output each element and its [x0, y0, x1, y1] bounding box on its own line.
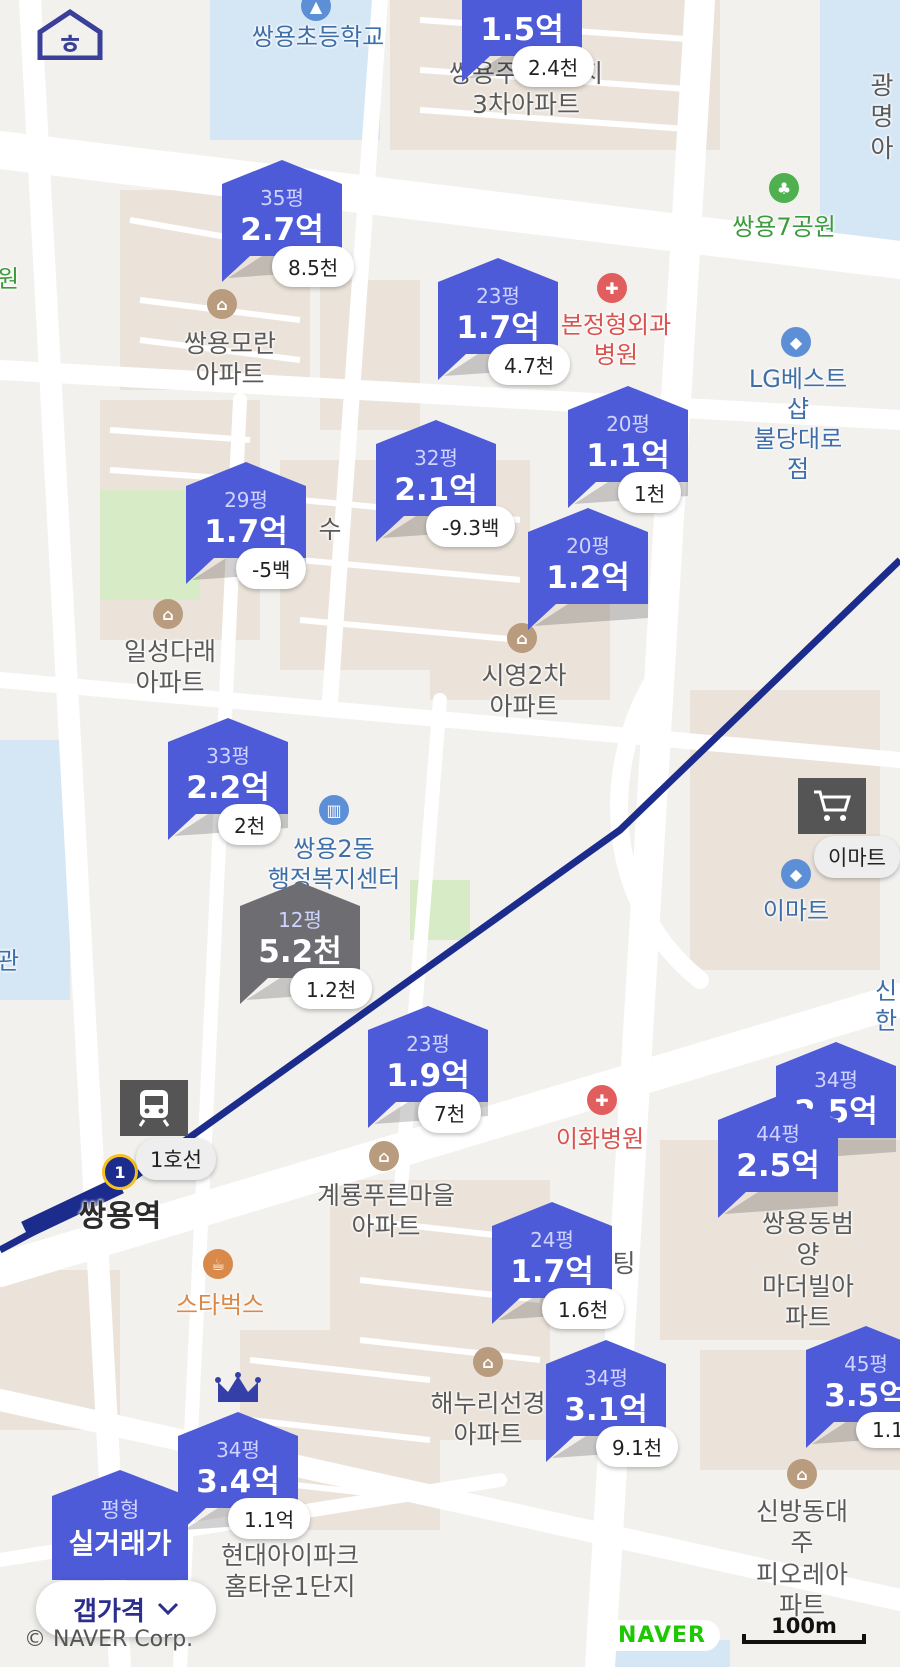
- label-apartment[interactable]: 해누리선경 아파트: [430, 1388, 545, 1451]
- emart-pill[interactable]: 이마트: [814, 836, 900, 878]
- apartment-icon[interactable]: ⌂: [207, 289, 237, 319]
- price-marker[interactable]: 35평 2.7억 8.5천: [222, 160, 355, 290]
- marker-price: 1.7억: [456, 310, 540, 346]
- subway-train-marker[interactable]: [120, 1080, 188, 1136]
- price-marker[interactable]: 20평 1.1억 1천: [568, 386, 688, 516]
- government-building-icon[interactable]: ▥: [319, 795, 349, 825]
- marker-price: 1.5억: [480, 12, 564, 48]
- shopping-icon[interactable]: ◆: [781, 327, 811, 357]
- crown-icon: [215, 1372, 261, 1402]
- marker-gap: 1.2천: [290, 968, 373, 1009]
- label-emart[interactable]: 이마트: [763, 896, 829, 926]
- marker-price: 2.2억: [186, 770, 270, 806]
- type-tag-area: 평형: [100, 1498, 140, 1522]
- marker-gap: 1.1억: [228, 1498, 311, 1539]
- label-bank[interactable]: 신한: [875, 976, 897, 1036]
- map-type-tag[interactable]: 평형 실거래가: [52, 1470, 188, 1580]
- marker-gap: 9.1천: [596, 1426, 679, 1467]
- apartment-icon[interactable]: ⌂: [153, 599, 183, 629]
- price-marker[interactable]: 33평 2.2억 2천: [168, 718, 288, 848]
- price-marker[interactable]: 34평 3.1억 9.1천: [546, 1340, 679, 1470]
- marker-price: 5.2천: [258, 934, 342, 970]
- gap-price-label: 갭가격: [73, 1596, 145, 1627]
- map-scale: 100m: [742, 1614, 866, 1644]
- label-fragment: 수: [318, 515, 342, 544]
- label-apartment[interactable]: 신방동대주 피오레아파트: [753, 1496, 851, 1621]
- marker-price: 1.1억: [586, 438, 670, 474]
- park-tree-icon[interactable]: ♣: [769, 173, 799, 203]
- apartment-icon[interactable]: ⌂: [787, 1459, 817, 1489]
- label-apartment[interactable]: 광명 아: [870, 70, 893, 164]
- subway-line1-icon[interactable]: 1: [102, 1154, 138, 1190]
- label-school[interactable]: 쌍용초등학교: [252, 22, 384, 52]
- label-fragment: 원: [0, 265, 20, 293]
- price-marker[interactable]: 32평 2.1억 -9.3백: [376, 420, 516, 550]
- marker-gap: -9.3백: [426, 506, 516, 547]
- marker-gap: 1천: [618, 472, 682, 513]
- price-marker[interactable]: 45평 3.5억 1.1: [806, 1326, 900, 1456]
- price-marker[interactable]: 24평 1.7억 1.6천: [492, 1202, 625, 1332]
- chevron-down-icon: [157, 1602, 178, 1616]
- price-marker[interactable]: 23평 1.9억 7천: [368, 1006, 488, 1136]
- marker-price: 2.7억: [240, 212, 324, 248]
- marker-price: 1.9억: [386, 1058, 470, 1094]
- line1-pill[interactable]: 1호선: [136, 1138, 217, 1180]
- marker-price: 1.7억: [510, 1254, 594, 1290]
- copyright-text: © NAVER Corp.: [24, 1627, 194, 1652]
- marker-gap: 7천: [418, 1092, 482, 1133]
- marker-gap: -5백: [236, 548, 307, 589]
- type-tag-price: 실거래가: [68, 1527, 172, 1560]
- price-marker[interactable]: 12평 5.2천 1.2천: [240, 882, 373, 1012]
- label-hospital[interactable]: 이화병원: [556, 1124, 644, 1154]
- marker-gap: 2.4천: [512, 46, 595, 87]
- price-marker[interactable]: 44평 2.5억: [718, 1096, 838, 1226]
- marker-gap: 1.6천: [542, 1288, 625, 1329]
- price-marker[interactable]: 23평 1.7억 4.7천: [438, 258, 571, 388]
- marker-price: 2.5억: [736, 1148, 820, 1184]
- price-marker[interactable]: 29평 1.7억 -5백: [186, 462, 307, 592]
- label-store[interactable]: LG베스트샵 불당대로점: [747, 364, 849, 484]
- marker-gap: 4.7천: [488, 344, 571, 385]
- marker-gap: 8.5천: [272, 246, 355, 287]
- marker-price: 2.1억: [394, 472, 478, 508]
- label-apartment[interactable]: 계룡푸른마을 아파트: [317, 1180, 455, 1243]
- marker-price: 1.2억: [546, 560, 630, 596]
- label-apartment[interactable]: 일성다래 아파트: [124, 636, 216, 699]
- label-cafe[interactable]: 스타벅스: [176, 1290, 264, 1320]
- label-apartment[interactable]: 시영2차 아파트: [482, 660, 567, 723]
- marker-price: 3.4억: [196, 1464, 280, 1500]
- home-logo-icon[interactable]: ㅎ: [36, 8, 104, 60]
- label-fragment: 관: [0, 947, 20, 975]
- hospital-icon[interactable]: ✚: [597, 273, 627, 303]
- svg-text:ㅎ: ㅎ: [57, 28, 83, 60]
- price-marker[interactable]: 20평 1.2억: [528, 508, 648, 638]
- train-icon: [138, 1090, 170, 1127]
- naver-logo[interactable]: NAVER: [604, 1620, 720, 1651]
- shopping-icon[interactable]: ◆: [781, 859, 811, 889]
- label-park[interactable]: 쌍용7공원: [732, 212, 836, 242]
- label-station[interactable]: 쌍용역: [79, 1198, 162, 1236]
- label-apartment[interactable]: 쌍용모란 아파트: [184, 328, 276, 391]
- price-marker[interactable]: 34평 3.4억 1.1억: [178, 1412, 311, 1542]
- label-fragment: 팅: [612, 1249, 636, 1278]
- marker-gap: 2천: [218, 804, 282, 845]
- label-hospital[interactable]: 본정형외과 병원: [561, 310, 671, 370]
- cafe-icon[interactable]: ☕: [203, 1249, 233, 1279]
- marker-price: 3.1억: [564, 1392, 648, 1428]
- shopping-cart-icon: [814, 790, 852, 821]
- marker-price: 3.5억: [824, 1378, 900, 1414]
- price-marker[interactable]: 1.5억 2.4천: [462, 0, 595, 90]
- emart-cart-marker[interactable]: [798, 778, 866, 834]
- label-apartment[interactable]: 현대아이파크 홈타운1단지: [221, 1540, 359, 1603]
- marker-gap: 1.1: [856, 1412, 900, 1448]
- label-apartment[interactable]: 쌍용동범양 마더빌아파트: [762, 1208, 854, 1333]
- hospital-icon[interactable]: ✚: [587, 1085, 617, 1115]
- scale-bar: [742, 1634, 866, 1644]
- marker-price: 1.7억: [204, 514, 288, 550]
- apartment-icon[interactable]: ⌂: [473, 1347, 503, 1377]
- apartment-icon[interactable]: ⌂: [369, 1141, 399, 1171]
